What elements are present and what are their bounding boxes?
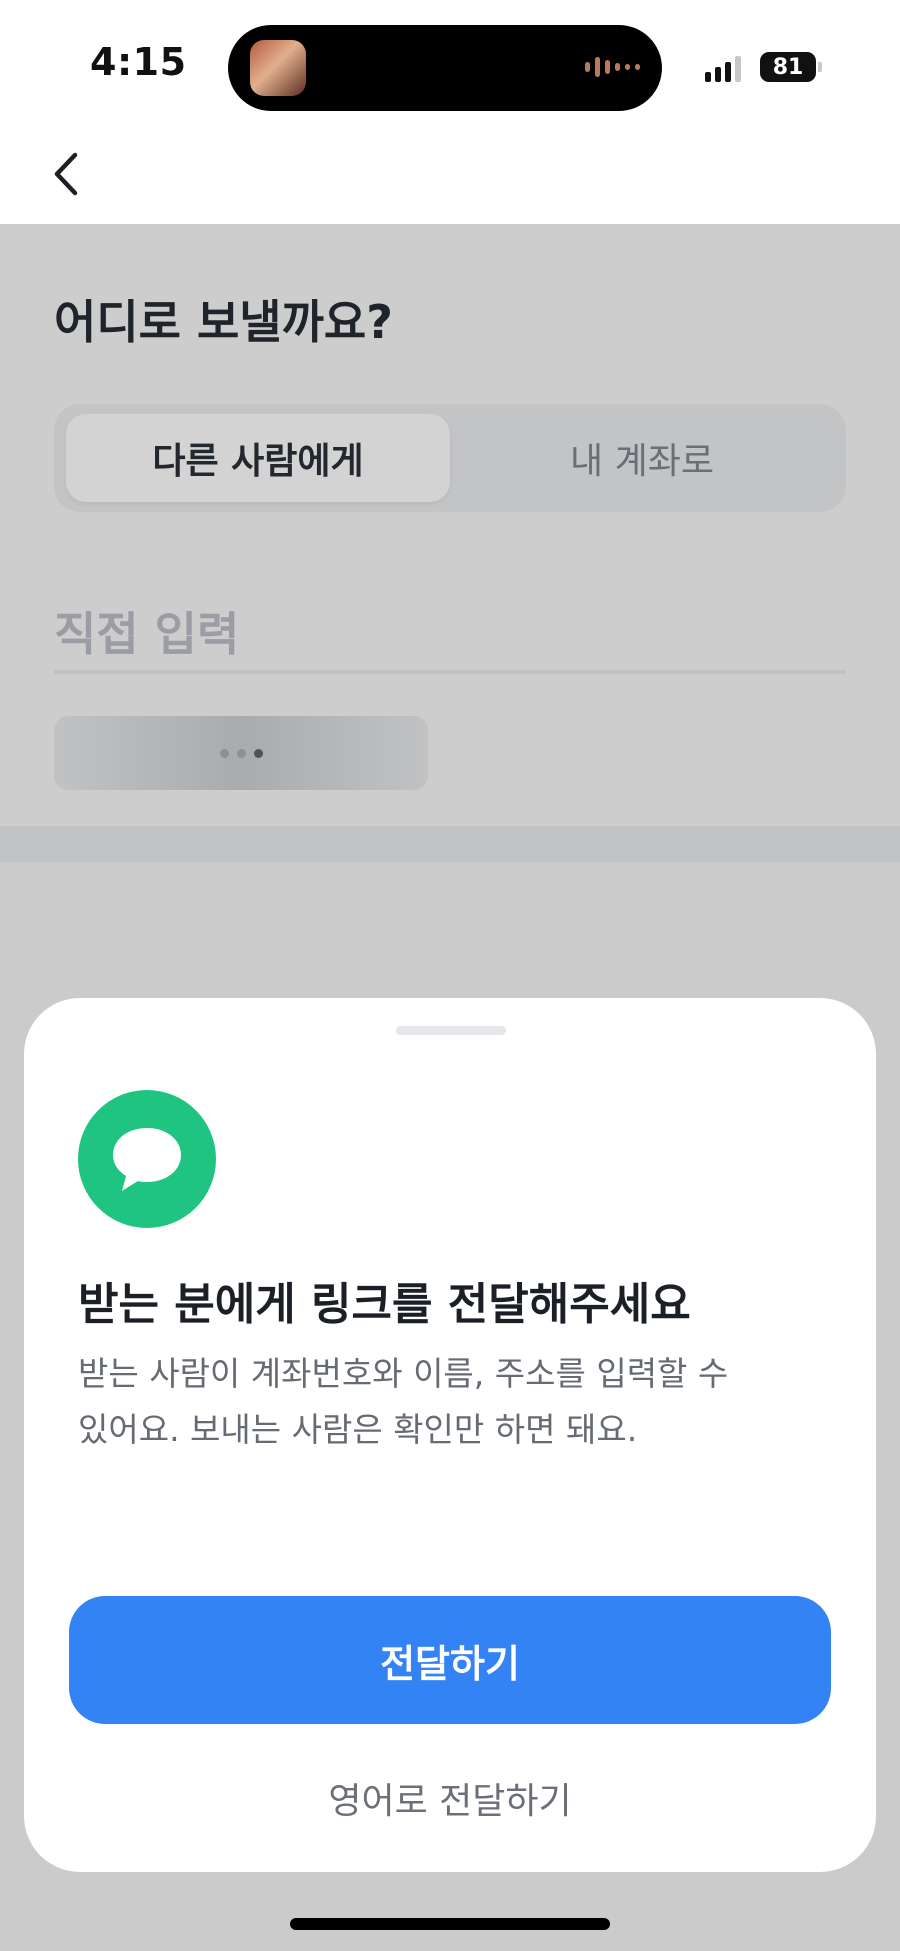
signal-icon [705, 56, 741, 82]
bottom-sheet: 받는 분에게 링크를 전달해주세요 받는 사람이 계좌번호와 이름, 주소를 입… [24, 998, 876, 1872]
sheet-title: 받는 분에게 링크를 전달해주세요 [78, 1279, 691, 1330]
send-link-button[interactable]: 전달하기 [69, 1596, 831, 1724]
now-playing-artwork [250, 40, 306, 96]
chevron-left-icon [54, 152, 78, 196]
audio-wave-icon [585, 57, 640, 77]
dynamic-island[interactable] [228, 25, 662, 111]
segment-my-account[interactable]: 내 계좌로 [450, 414, 834, 502]
battery-cap [818, 62, 822, 72]
main-content: 어디로 보낼까요? 다른 사람에게 내 계좌로 직접 입력 [0, 224, 900, 826]
sheet-description: 받는 사람이 계좌번호와 이름, 주소를 입력할 수 있어요. 보내는 사람은 … [78, 1354, 729, 1449]
loading-placeholder [54, 716, 428, 790]
screen: 4:15 81 어디로 보낼까요? 다른 사람에게 내 계좌로 직접 입력 받는… [0, 0, 900, 1951]
battery-level: 81 [772, 54, 804, 80]
nav-bar [0, 130, 900, 224]
sheet-drag-handle[interactable] [396, 1026, 506, 1035]
page-title: 어디로 보낼까요? [54, 295, 393, 349]
status-bar: 4:15 81 [0, 0, 900, 130]
status-time: 4:15 [90, 40, 187, 84]
chat-bubble-icon [78, 1090, 216, 1228]
section-divider [0, 826, 900, 862]
home-indicator[interactable] [290, 1918, 610, 1930]
back-button[interactable] [36, 144, 96, 204]
direct-input-field[interactable]: 직접 입력 [54, 594, 846, 674]
destination-segmented-control: 다른 사람에게 내 계좌로 [54, 404, 846, 512]
battery-icon: 81 [760, 52, 816, 82]
segment-other-person[interactable]: 다른 사람에게 [66, 414, 450, 502]
send-in-english-button[interactable]: 영어로 전달하기 [69, 1768, 831, 1828]
